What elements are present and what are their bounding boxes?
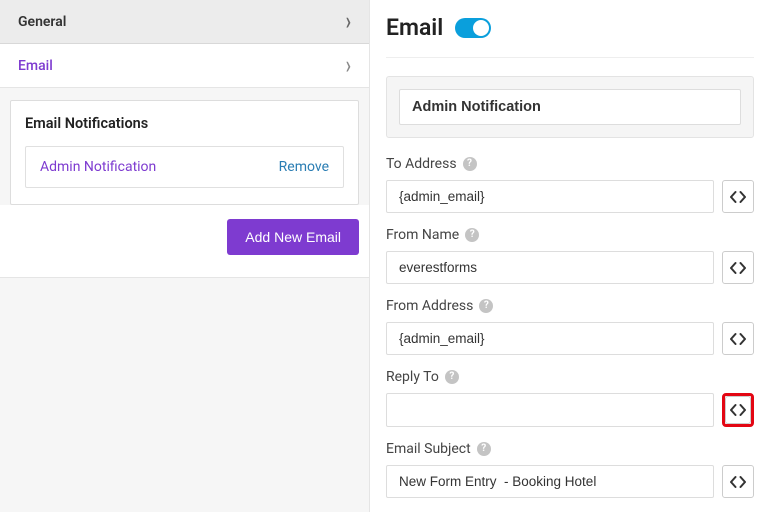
help-icon[interactable]: ? [445, 370, 459, 384]
help-icon[interactable]: ? [463, 157, 477, 171]
smart-tag-button[interactable] [722, 322, 754, 355]
notification-item-name: Admin Notification [40, 159, 156, 175]
page-title: Email [386, 14, 443, 41]
field-label: From Address [386, 298, 473, 314]
reply-to-input[interactable] [386, 393, 714, 427]
tab-general[interactable]: General › [0, 0, 369, 44]
field-label: Reply To [386, 369, 439, 385]
from-name-input[interactable] [386, 251, 714, 284]
add-new-email-button[interactable]: Add New Email [227, 219, 359, 255]
to-address-input[interactable] [386, 180, 714, 213]
help-icon[interactable]: ? [479, 299, 493, 313]
smart-tag-button[interactable] [725, 396, 751, 424]
sidebar-empty [0, 278, 369, 512]
main-header: Email [386, 14, 754, 58]
chevron-right-icon: › [346, 9, 351, 34]
help-icon[interactable]: ? [477, 442, 491, 456]
smart-tag-button[interactable] [722, 180, 754, 213]
chevron-right-icon: › [346, 53, 351, 78]
email-enabled-toggle[interactable] [455, 18, 491, 38]
field-label: Email Subject [386, 441, 471, 457]
field-label: To Address [386, 156, 457, 172]
field-reply-to: Reply To ? [386, 369, 754, 427]
field-from-name: From Name ? [386, 227, 754, 284]
notification-item[interactable]: Admin Notification Remove [25, 146, 344, 188]
main-panel: Email To Address ? From Name ? [370, 0, 770, 512]
add-email-row: Add New Email [0, 205, 369, 278]
field-to-address: To Address ? [386, 156, 754, 213]
from-address-input[interactable] [386, 322, 714, 355]
email-subject-input[interactable] [386, 465, 714, 498]
smart-tag-button[interactable] [722, 251, 754, 284]
notification-name-input[interactable] [399, 89, 741, 125]
email-notifications-title: Email Notifications [25, 115, 344, 132]
remove-notification-link[interactable]: Remove [279, 159, 329, 175]
help-icon[interactable]: ? [465, 228, 479, 242]
highlight-annotation [722, 393, 754, 427]
notification-name-bar [386, 76, 754, 138]
smart-tag-button[interactable] [722, 465, 754, 498]
settings-sidebar: General › Email › Email Notifications Ad… [0, 0, 370, 512]
tab-general-label: General [18, 14, 66, 30]
email-notifications-card: Email Notifications Admin Notification R… [10, 100, 359, 205]
tab-email[interactable]: Email › [0, 44, 369, 88]
tab-email-label: Email [18, 58, 53, 74]
field-from-address: From Address ? [386, 298, 754, 355]
field-label: From Name [386, 227, 459, 243]
field-email-subject: Email Subject ? [386, 441, 754, 498]
